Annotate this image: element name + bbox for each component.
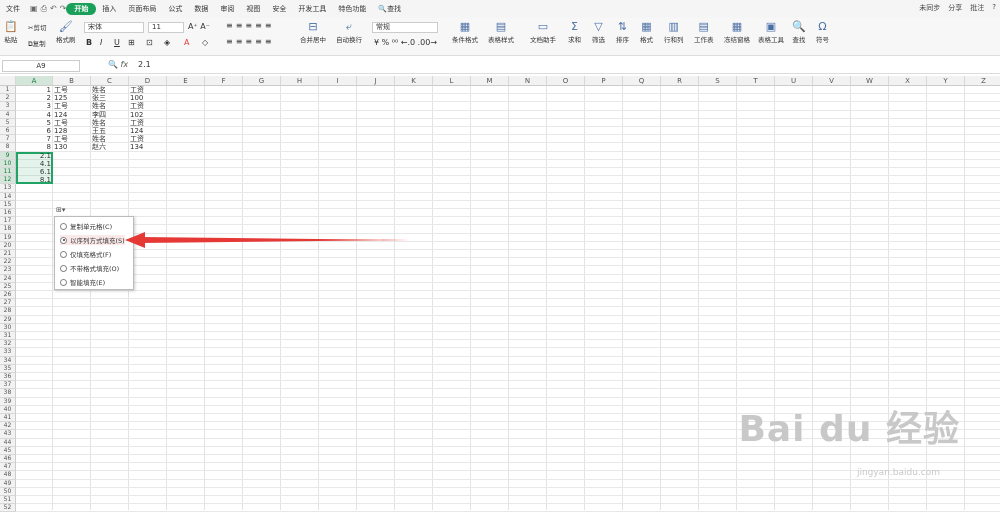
arrow-shaft <box>140 237 410 243</box>
watermark-url: jingyan.baidu.com <box>856 468 940 478</box>
watermark-logo: Bai du 经验 <box>738 409 960 450</box>
arrow-head <box>125 232 145 248</box>
